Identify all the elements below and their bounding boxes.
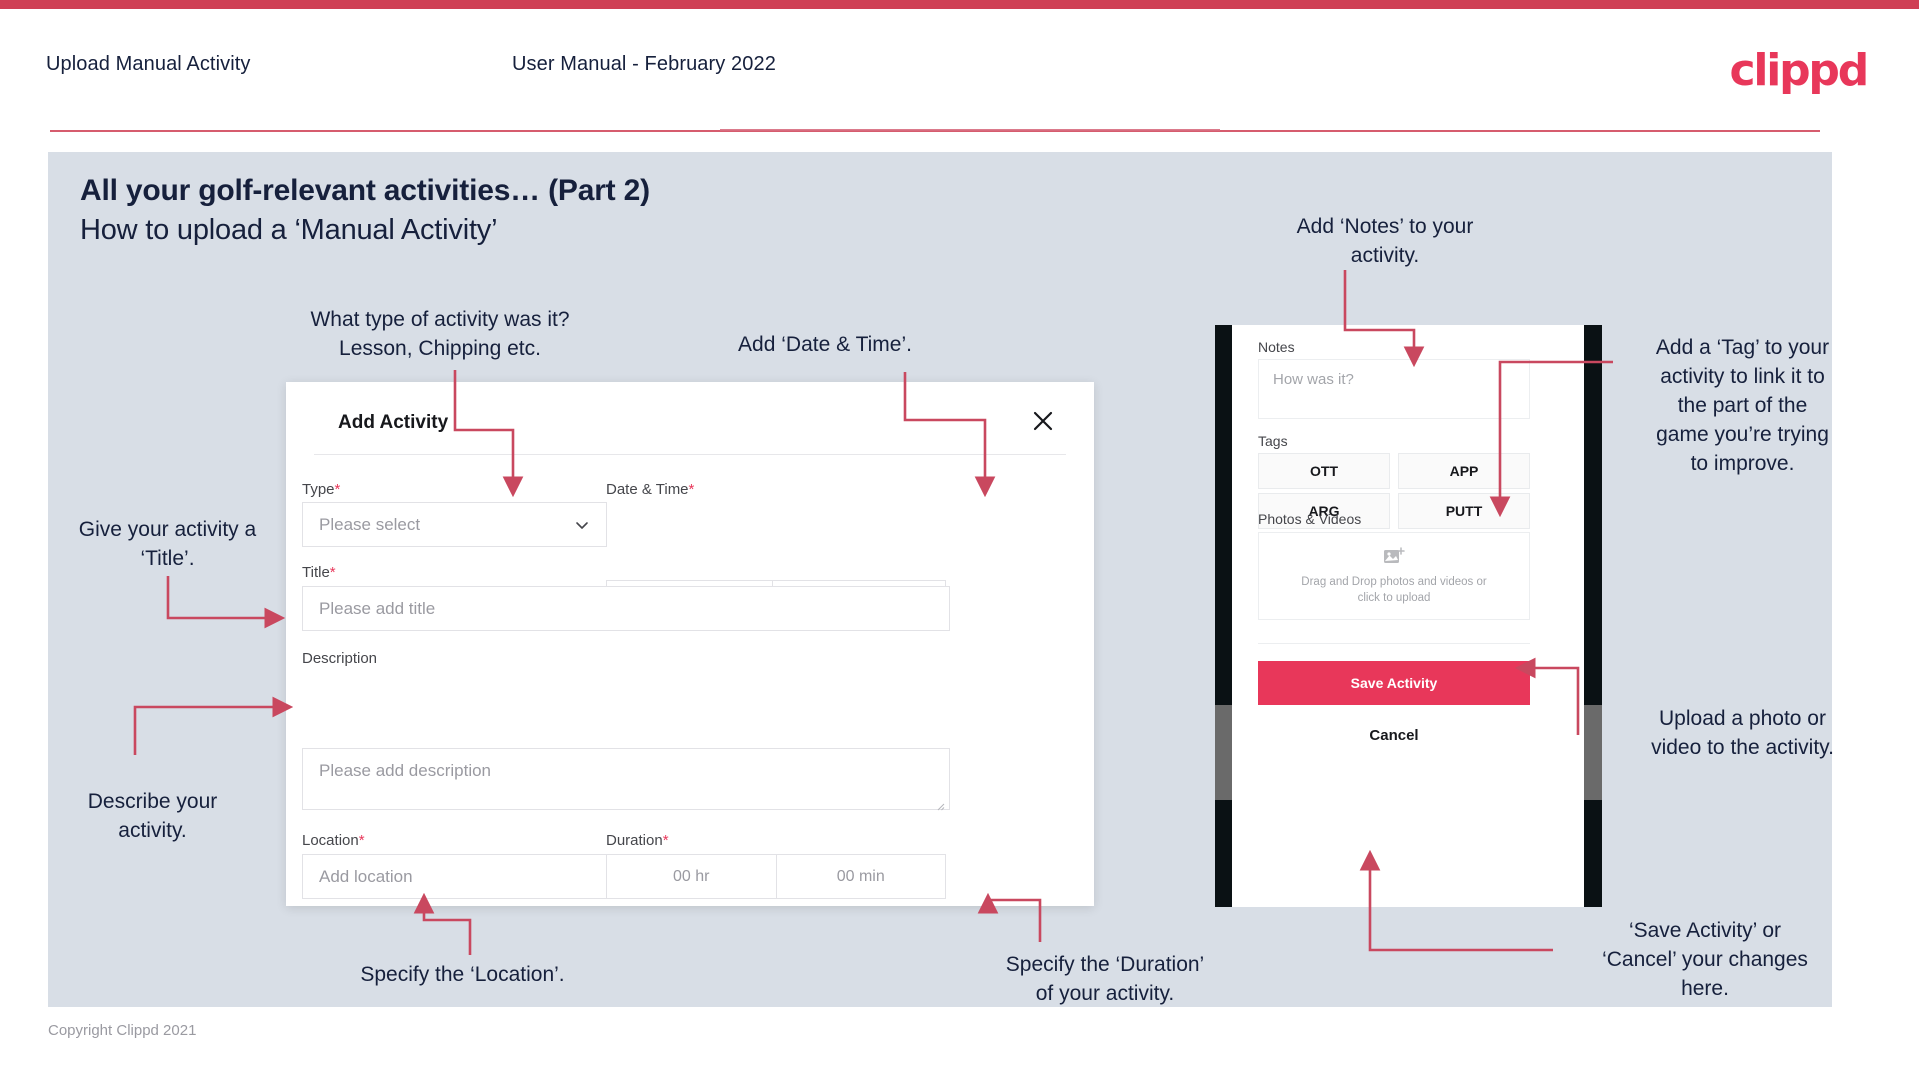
header-subtitle: User Manual - February 2022 (512, 53, 776, 75)
resize-handle-icon[interactable] (935, 796, 945, 811)
dropzone-line-2: click to upload (1357, 591, 1431, 604)
add-image-icon (1383, 546, 1405, 567)
tag-ott[interactable]: OTT (1258, 453, 1390, 489)
phone-screen: Notes How was it? Tags OTT APP ARG PUTT … (1232, 325, 1584, 907)
duration-label: Duration* (606, 832, 669, 849)
phone-bezel-left (1215, 325, 1232, 907)
annotation-location: Specify the ‘Location’. (360, 963, 565, 986)
annotation-upload: Upload a photo or video to the activity. (1651, 707, 1834, 759)
location-required-marker: * (358, 832, 365, 849)
title-input[interactable]: Please add title (302, 586, 950, 631)
dialog-title: Add Activity (338, 412, 449, 433)
phone-bezel-right (1584, 325, 1602, 907)
annotation-datetime: Add ‘Date & Time’. (738, 333, 912, 356)
datetime-label-text: Date & Time (606, 481, 689, 498)
clippd-logo: clippd (1729, 45, 1869, 96)
title-required-marker: * (329, 564, 336, 581)
top-accent-bar (0, 0, 1919, 9)
phone-divider (1258, 643, 1530, 644)
notes-textarea[interactable]: How was it? (1258, 359, 1530, 419)
title-placeholder: Please add title (319, 598, 436, 618)
type-select[interactable]: Please select (302, 502, 607, 547)
save-activity-button[interactable]: Save Activity (1258, 661, 1530, 705)
tags-label: Tags (1258, 433, 1288, 449)
dialog-divider (314, 454, 1066, 455)
annotation-notes: Add ‘Notes’ to your activity. (1296, 215, 1474, 267)
tag-app[interactable]: APP (1398, 453, 1530, 489)
datetime-label: Date & Time* (606, 481, 694, 498)
title-label-text: Title (302, 564, 330, 581)
tag-putt[interactable]: PUTT (1398, 493, 1530, 529)
duration-required-marker: * (662, 832, 669, 849)
description-placeholder: Please add description (319, 761, 492, 780)
header-title: Upload Manual Activity (46, 53, 251, 75)
chevron-down-icon (574, 517, 590, 533)
annotation-save: ‘Save Activity’ or ‘Cancel’ your changes… (1602, 919, 1808, 1000)
close-icon[interactable] (1026, 404, 1060, 438)
type-label-text: Type (302, 481, 335, 498)
description-textarea[interactable]: Please add description (302, 748, 950, 811)
description-label: Description (302, 650, 378, 667)
duration-hours-input[interactable]: 00 hr (607, 855, 777, 898)
duration-field[interactable]: 00 hr 00 min (606, 854, 946, 899)
cancel-button[interactable]: Cancel (1258, 715, 1530, 755)
notes-label: Notes (1258, 339, 1295, 355)
datetime-required-marker: * (688, 481, 695, 498)
phone-button-right (1584, 705, 1602, 800)
footer-copyright: Copyright Clippd 2021 (48, 1022, 197, 1039)
page-header: Upload Manual Activity User Manual - Feb… (0, 9, 1919, 132)
duration-minutes-input[interactable]: 00 min (777, 855, 946, 898)
duration-label-text: Duration (606, 832, 663, 849)
location-placeholder: Add location (319, 866, 413, 886)
location-label-text: Location (302, 832, 359, 849)
annotation-title: Give your activity a ‘Title’. (78, 518, 257, 570)
annotation-tags: Add a ‘Tag’ to your activity to link it … (1655, 336, 1830, 475)
location-input[interactable]: Add location (302, 854, 607, 899)
add-activity-dialog: Add Activity Type* Please select Date & … (286, 382, 1094, 906)
photos-label: Photos & Videos (1258, 511, 1362, 527)
title-label: Title* (302, 564, 336, 581)
notes-placeholder: How was it? (1273, 371, 1354, 388)
type-required-marker: * (334, 481, 341, 498)
dropzone-line-1: Drag and Drop photos and videos or (1301, 575, 1487, 588)
annotation-description: Describe your activity. (87, 790, 218, 842)
photo-upload-dropzone[interactable]: Drag and Drop photos and videos or click… (1258, 532, 1530, 620)
type-placeholder: Please select (319, 514, 421, 534)
type-label: Type* (302, 481, 340, 498)
annotation-duration: Specify the ‘Duration’ of your activity. (1005, 953, 1205, 1005)
phone-button-left (1215, 705, 1232, 800)
location-label: Location* (302, 832, 365, 849)
annotation-type: What type of activity was it? Lesson, Ch… (310, 308, 570, 360)
phone-mockup: Notes How was it? Tags OTT APP ARG PUTT … (1215, 325, 1602, 907)
header-divider-secondary (720, 129, 1220, 131)
slide-subheading: How to upload a ‘Manual Activity’ (80, 214, 498, 246)
slide-heading: All your golf-relevant activities… (Part… (80, 174, 650, 207)
